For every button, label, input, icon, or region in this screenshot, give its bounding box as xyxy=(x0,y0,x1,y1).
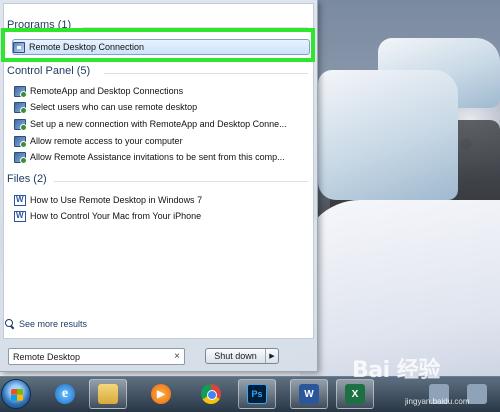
taskbar-media-player[interactable]: ▶ xyxy=(142,379,180,409)
control-panel-icon xyxy=(14,118,27,131)
result-allow-remote-access[interactable]: Allow remote access to your computer xyxy=(14,133,306,149)
internet-explorer-icon: e xyxy=(55,384,75,404)
baidu-watermark-url: jingyan.baidu.com xyxy=(405,397,470,406)
photoshop-icon: Ps xyxy=(247,384,267,404)
start-menu: Programs (1) Remote Desktop Connection C… xyxy=(0,0,318,372)
media-player-icon: ▶ xyxy=(151,384,171,404)
start-button[interactable] xyxy=(1,379,31,409)
control-panel-icon xyxy=(14,135,27,148)
search-query: Remote Desktop xyxy=(13,351,81,362)
see-more-label: See more results xyxy=(19,319,88,329)
control-panel-divider xyxy=(104,73,308,74)
taskbar-chrome[interactable] xyxy=(192,379,230,409)
see-more-results-link[interactable]: See more results xyxy=(5,319,87,329)
result-label: How to Use Remote Desktop in Windows 7 xyxy=(30,195,203,205)
shutdown-options-arrow-icon[interactable]: ▶ xyxy=(266,352,278,360)
result-label: Set up a new connection with RemoteApp a… xyxy=(30,119,287,129)
taskbar-internet-explorer[interactable]: e xyxy=(46,379,84,409)
baidu-watermark: Bai 经验 xyxy=(352,358,440,383)
highlight-frame xyxy=(1,28,315,62)
word-icon: W xyxy=(299,384,319,404)
result-label: Allow remote access to your computer xyxy=(30,136,183,146)
taskbar-word[interactable]: W xyxy=(290,379,328,409)
word-document-icon xyxy=(14,194,26,206)
result-file-control-mac-iphone[interactable]: How to Control Your Mac from Your iPhone xyxy=(14,208,306,224)
result-select-users-remote-desktop[interactable]: Select users who can use remote desktop xyxy=(14,99,306,115)
control-panel-icon xyxy=(14,85,27,98)
app-icon xyxy=(467,384,487,404)
excel-icon: X xyxy=(345,384,365,404)
taskbar-photoshop[interactable]: Ps xyxy=(238,379,276,409)
word-document-icon xyxy=(14,210,26,222)
result-label: Allow Remote Assistance invitations to b… xyxy=(30,152,285,162)
control-panel-icon xyxy=(14,101,27,114)
chrome-icon xyxy=(201,384,221,404)
folder-icon xyxy=(98,384,118,404)
result-label: RemoteApp and Desktop Connections xyxy=(30,86,184,96)
control-panel-header[interactable]: Control Panel (5) xyxy=(7,65,90,77)
result-remoteapp-desktop-connections[interactable]: RemoteApp and Desktop Connections xyxy=(14,83,306,99)
files-header[interactable]: Files (2) xyxy=(7,173,47,185)
clear-search-icon[interactable]: × xyxy=(174,351,180,362)
taskbar-windows-explorer[interactable] xyxy=(89,379,127,409)
control-panel-icon xyxy=(14,151,27,164)
result-label: Select users who can use remote desktop xyxy=(30,102,198,112)
search-icon xyxy=(5,319,15,329)
shutdown-control: Shut down ▶ xyxy=(205,348,279,364)
shutdown-button[interactable]: Shut down xyxy=(206,349,266,363)
ice-block-middle xyxy=(318,70,458,200)
result-file-remote-desktop-windows7[interactable]: How to Use Remote Desktop in Windows 7 xyxy=(14,192,306,208)
start-search-input[interactable]: Remote Desktop × xyxy=(8,348,185,365)
result-allow-remote-assistance[interactable]: Allow Remote Assistance invitations to b… xyxy=(14,149,306,165)
result-setup-remoteapp-connection[interactable]: Set up a new connection with RemoteApp a… xyxy=(14,116,306,132)
result-label: How to Control Your Mac from Your iPhone xyxy=(30,211,202,221)
files-divider xyxy=(54,181,308,182)
